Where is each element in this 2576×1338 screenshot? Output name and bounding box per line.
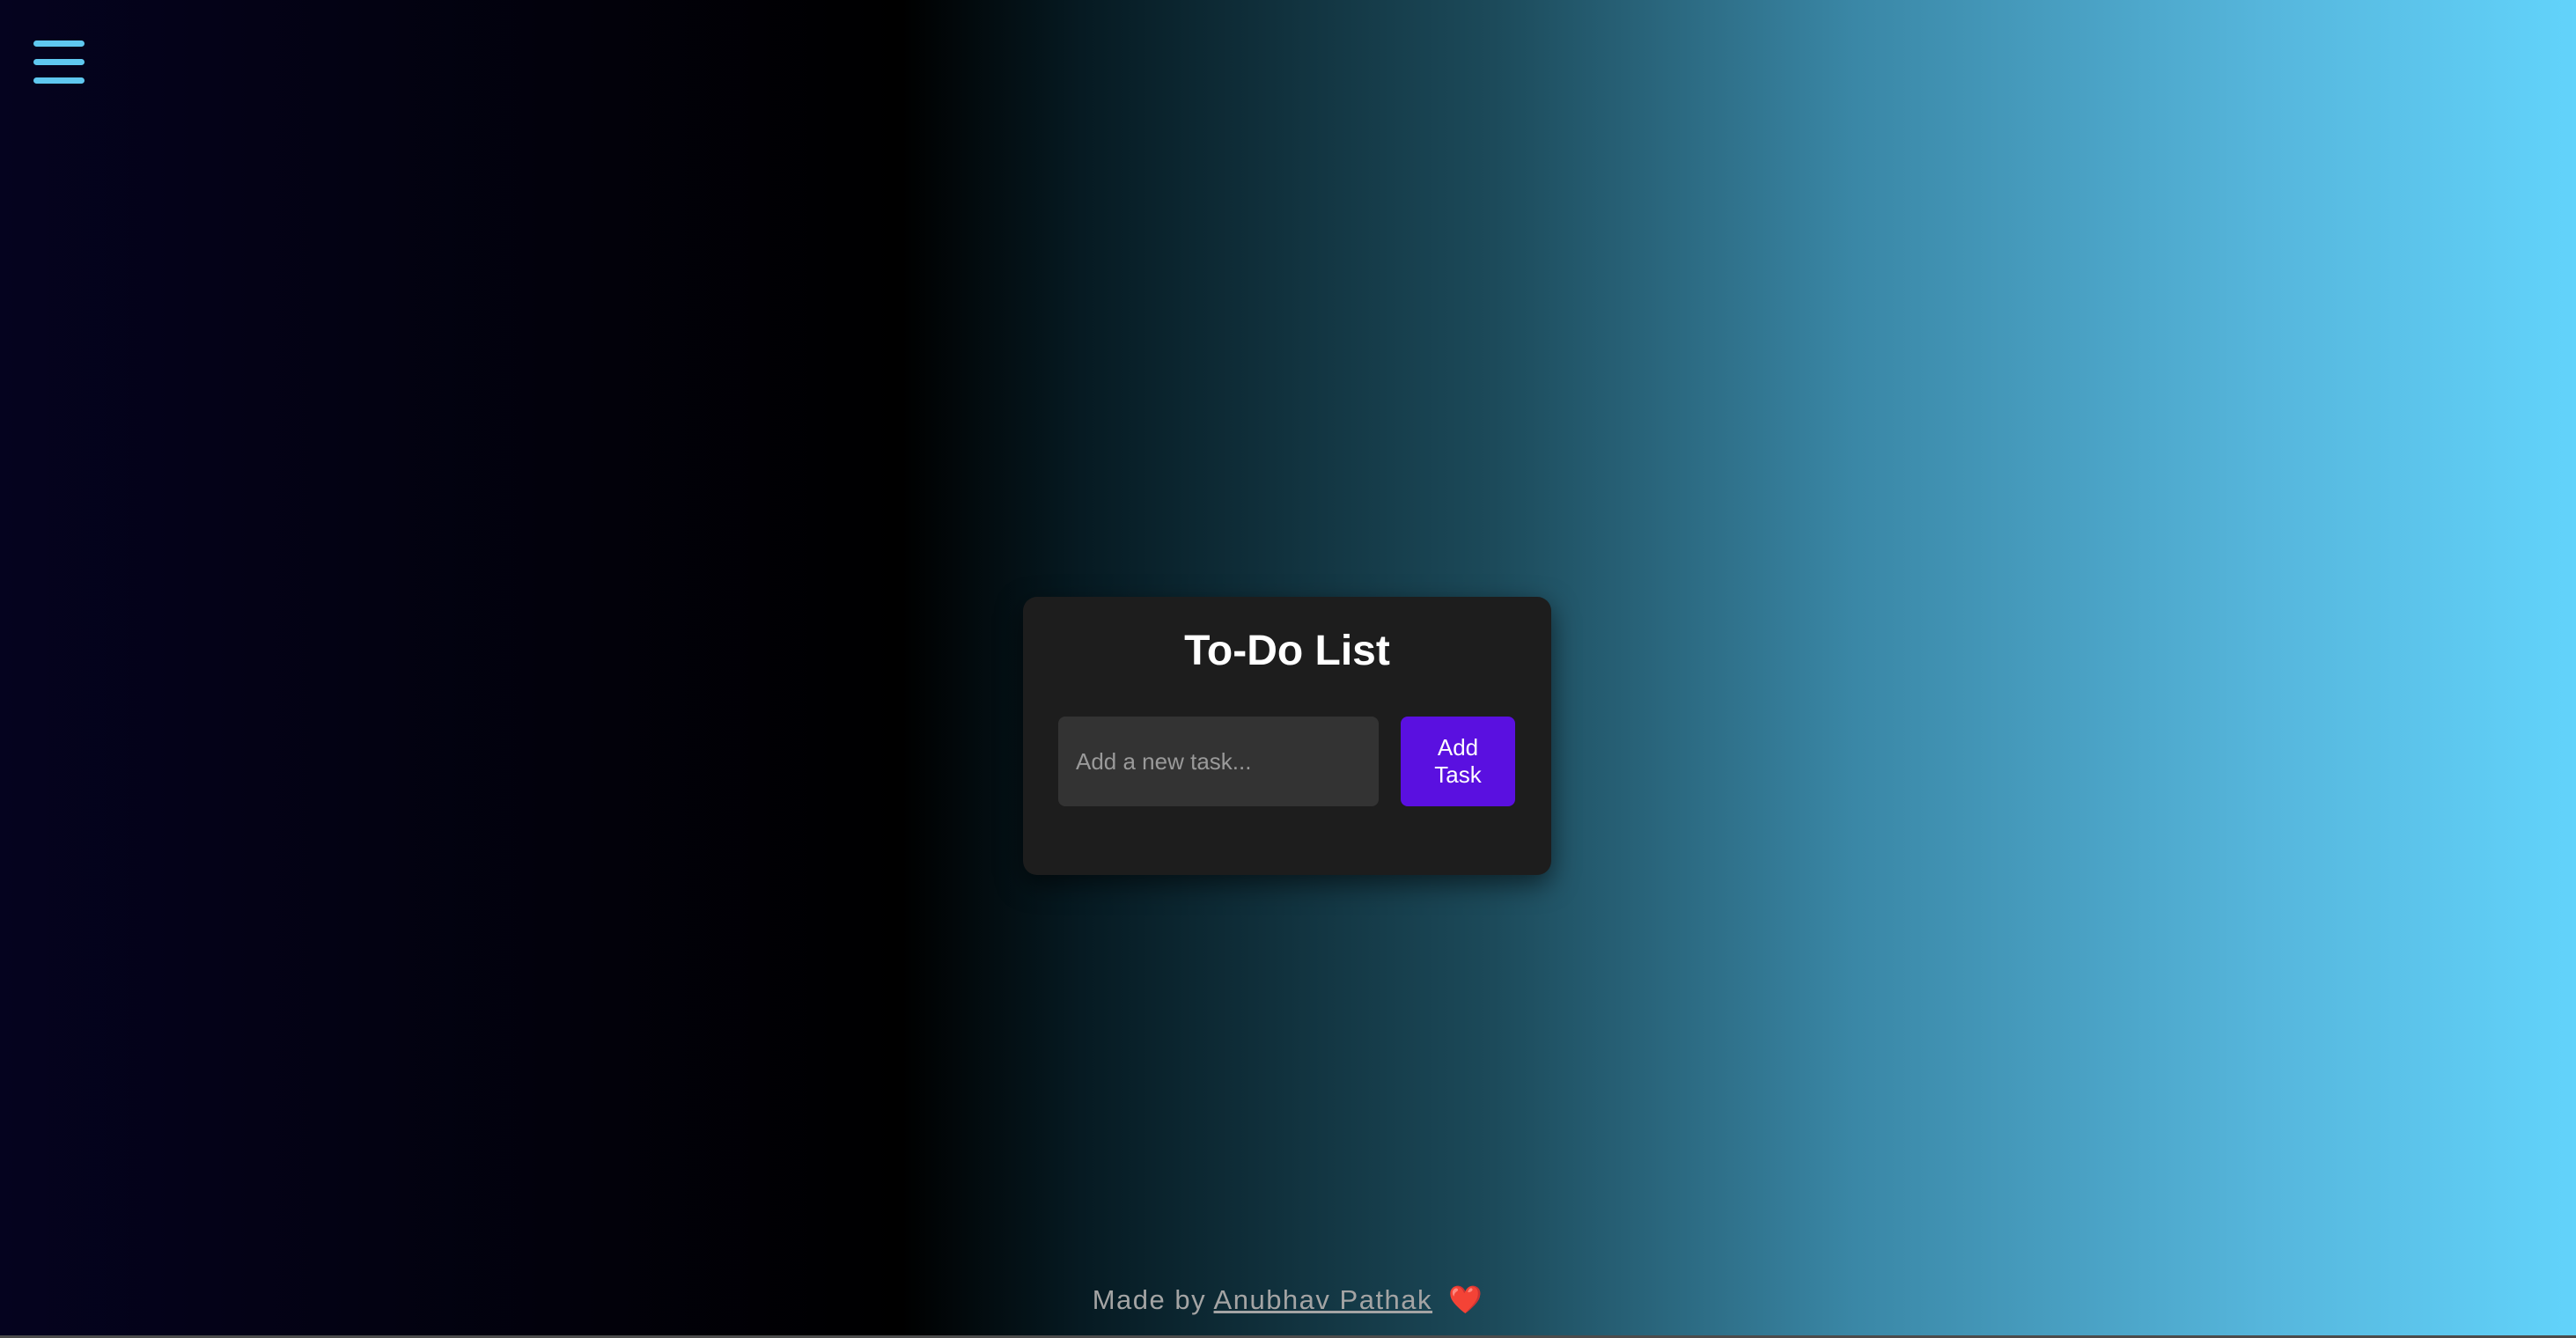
- menu-line: [33, 59, 85, 65]
- task-input[interactable]: [1058, 717, 1379, 806]
- hamburger-menu-icon[interactable]: [33, 40, 85, 85]
- menu-line: [33, 40, 85, 47]
- todo-card: To-Do List Add Task: [1023, 597, 1551, 875]
- author-link[interactable]: Anubhav Pathak: [1214, 1284, 1433, 1315]
- heart-icon: ❤️: [1448, 1284, 1484, 1315]
- menu-line: [33, 77, 85, 84]
- footer: Made by Anubhav Pathak ❤️: [0, 1283, 2576, 1316]
- add-task-button[interactable]: Add Task: [1401, 717, 1515, 806]
- footer-prefix: Made by: [1092, 1284, 1207, 1315]
- page-title: To-Do List: [1184, 628, 1390, 674]
